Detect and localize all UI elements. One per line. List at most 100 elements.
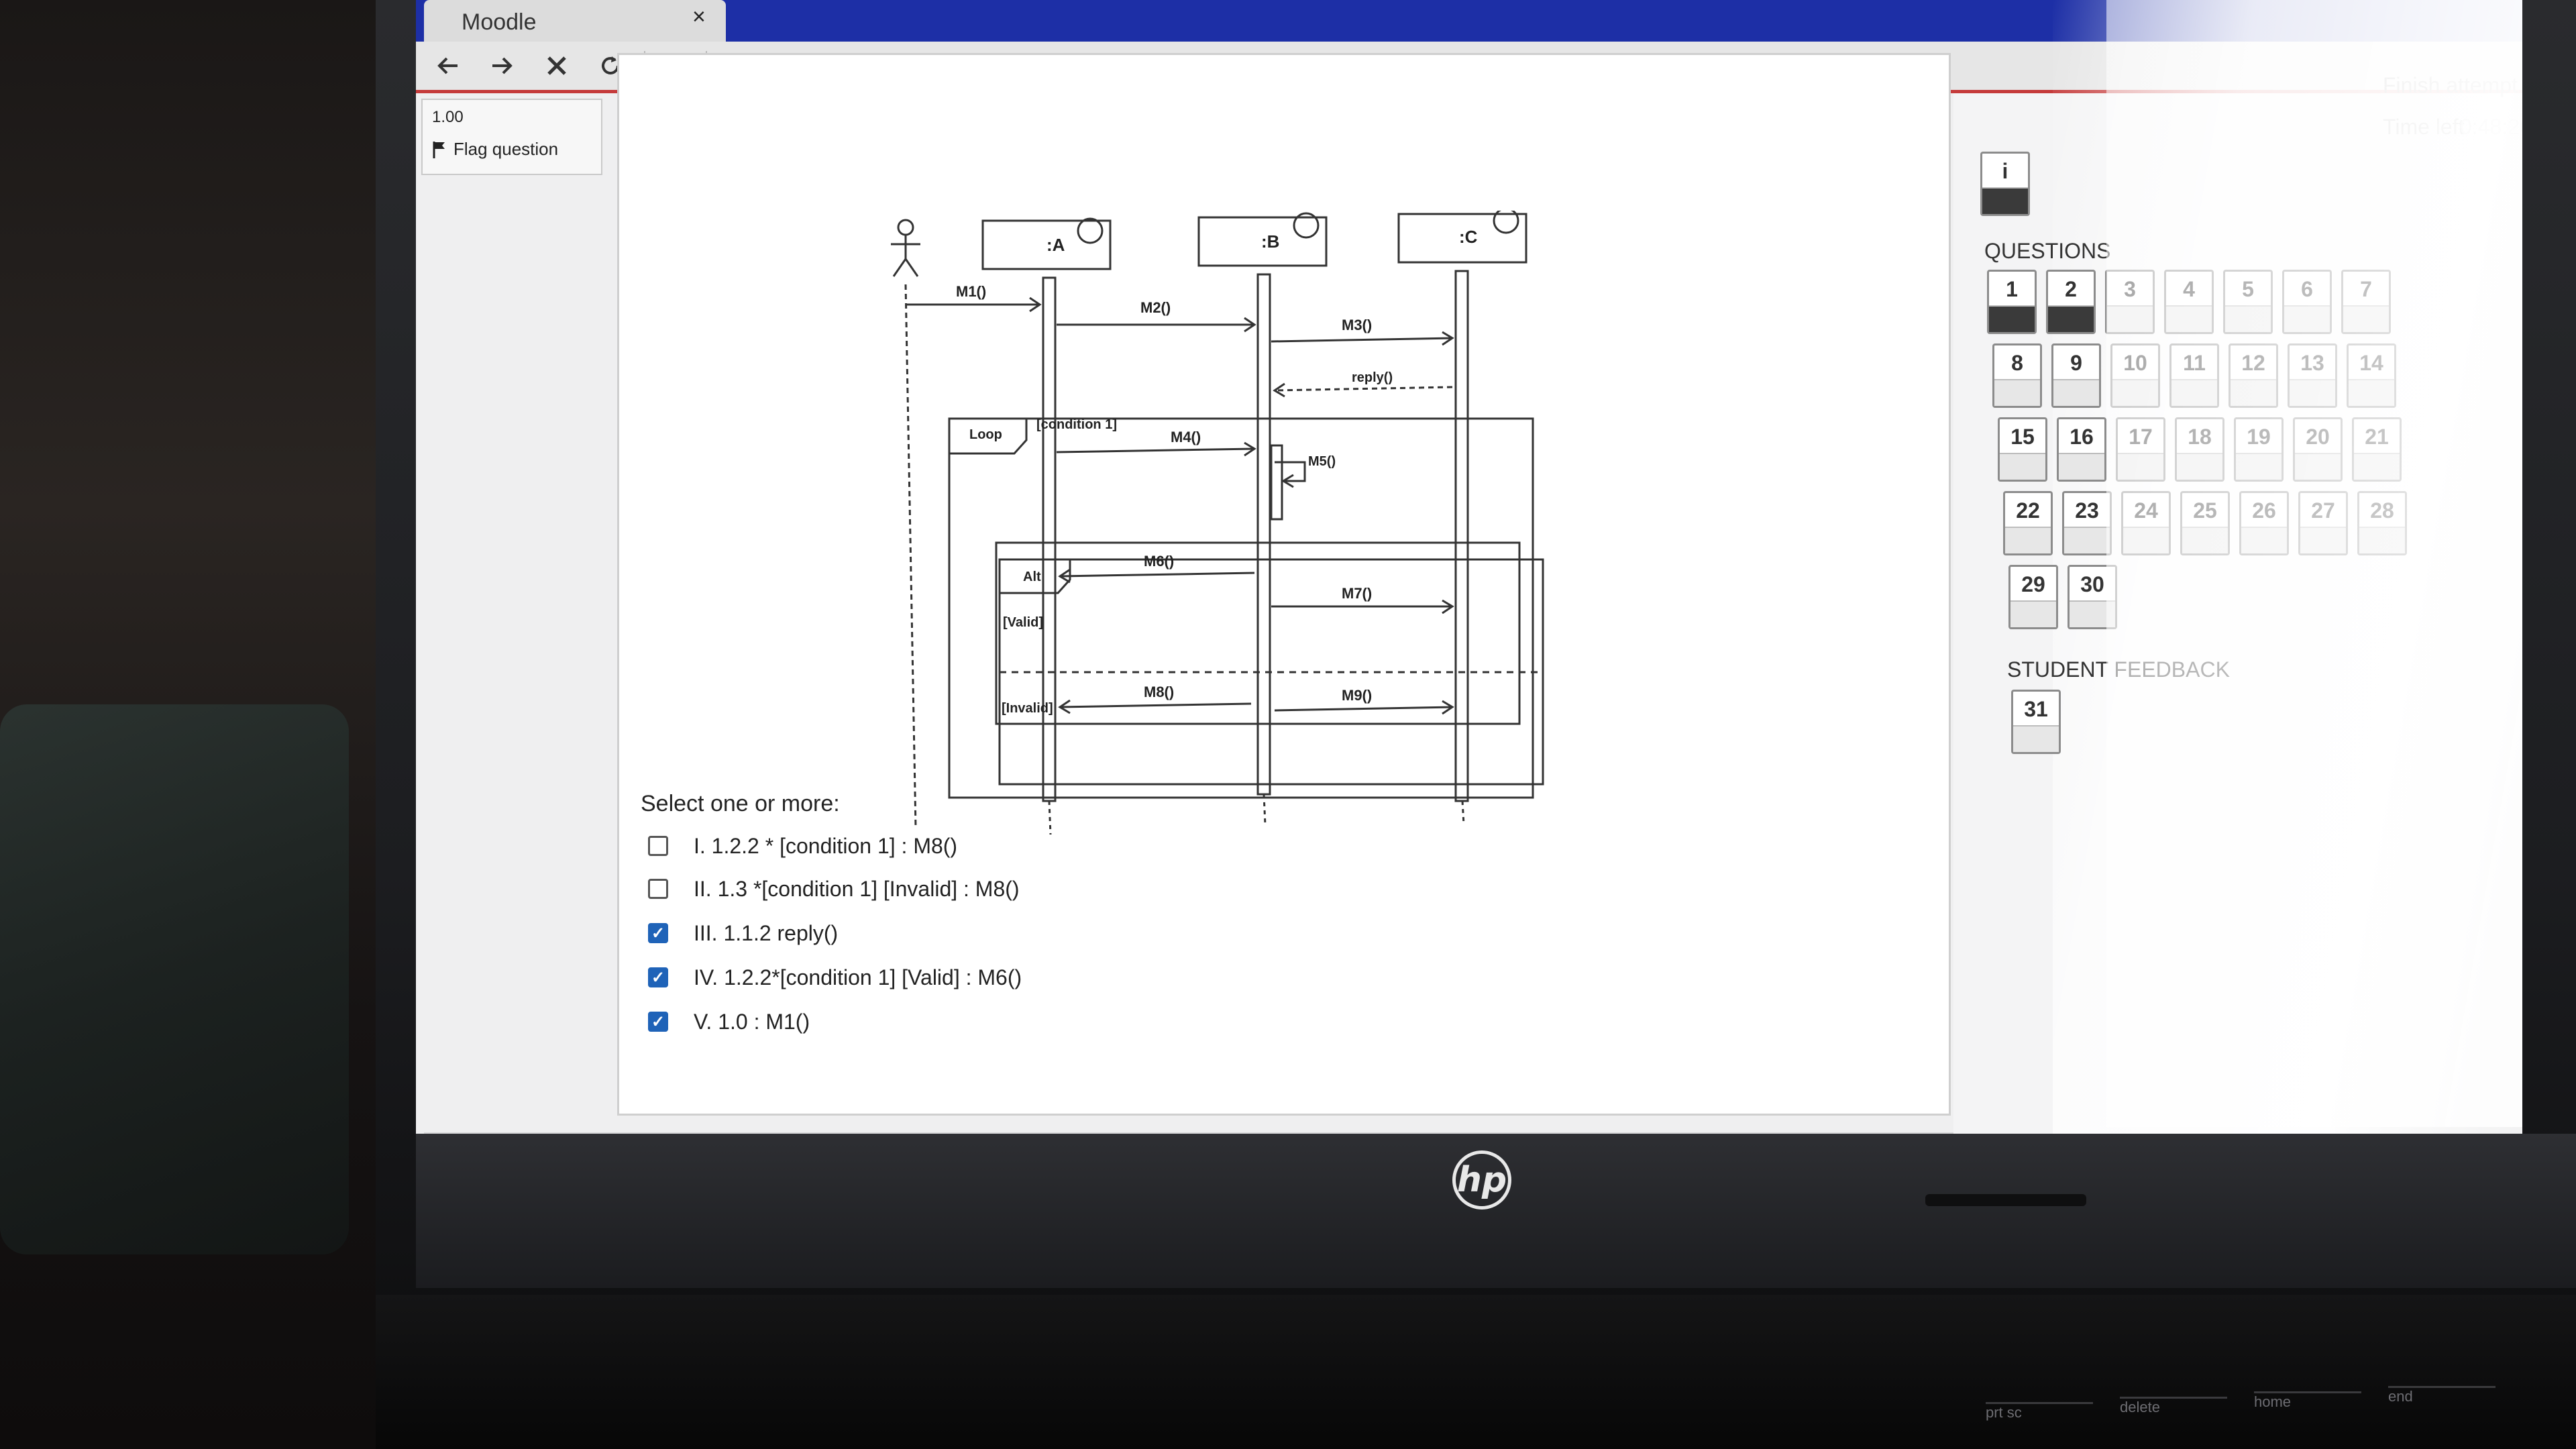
question-status-bar [1982,187,2028,214]
question-number: 10 [2123,351,2147,375]
question-button-24[interactable]: 24 [2121,491,2171,555]
question-button-21[interactable]: 21 [2352,417,2402,482]
question-status-bar [2118,453,2163,480]
question-status-bar [2107,305,2153,332]
question-number: 20 [2306,425,2330,449]
question-status-bar [2013,725,2059,752]
question-button-8[interactable]: 8 [1992,343,2042,408]
question-number: 2 [2065,277,2077,301]
questions-heading: QUESTIONS [1984,239,2111,263]
question-button-22[interactable]: 22 [2003,491,2053,555]
question-status-bar [2231,379,2276,406]
answer-checkbox[interactable]: ✓ [648,923,668,943]
question-number: 28 [2370,498,2394,523]
question-number: i [2002,159,2008,183]
question-number: 19 [2247,425,2271,449]
question-number: 25 [2193,498,2217,523]
question-button-3[interactable]: 3 [2105,270,2155,334]
question-button-9[interactable]: 9 [2051,343,2101,408]
answer-checkbox[interactable]: ✓ [648,1012,668,1032]
question-status-bar [2349,379,2394,406]
question-status-bar [2236,453,2282,480]
question-button-30[interactable]: 30 [2068,565,2117,629]
question-button-11[interactable]: 11 [2169,343,2219,408]
answer-label: III. 1.1.2 reply() [694,920,839,945]
answer-option[interactable]: I. 1.2.2 * [condition 1] : M8() [648,833,957,859]
question-number: 8 [2011,351,2023,375]
question-button-17[interactable]: 17 [2116,417,2165,482]
question-button-10[interactable]: 10 [2110,343,2160,408]
question-status-bar [2123,527,2169,553]
key-home[interactable]: home [2254,1391,2361,1416]
question-button-13[interactable]: 13 [2288,343,2337,408]
question-button-28[interactable]: 28 [2357,491,2407,555]
browser-tab[interactable]: Moodle × [424,0,726,42]
question-button-19[interactable]: 19 [2234,417,2284,482]
question-number: 7 [2360,277,2372,301]
question-button-4[interactable]: 4 [2164,270,2214,334]
question-button-2[interactable]: 2 [2046,270,2096,334]
question-button-23[interactable]: 23 [2062,491,2112,555]
back-arrow-icon[interactable] [429,48,467,83]
question-button-7[interactable]: 7 [2341,270,2391,334]
question-button-29[interactable]: 29 [2008,565,2058,629]
answer-checkbox[interactable] [648,879,668,899]
alt-frame-label: Alt [1023,570,1041,584]
answer-checkbox[interactable]: ✓ [648,967,668,987]
question-button-26[interactable]: 26 [2239,491,2289,555]
question-number: 17 [2129,425,2153,449]
question-number: 26 [2252,498,2276,523]
message-reply-label: reply() [1352,370,1393,385]
question-number: 12 [2241,351,2265,375]
tab-title: Moodle [462,9,537,35]
question-status-bar [2166,305,2212,332]
question-button-6[interactable]: 6 [2282,270,2332,334]
question-status-bar [2295,453,2341,480]
question-button-20[interactable]: 20 [2293,417,2343,482]
window-titlebar: Moodle × [416,0,2522,42]
flag-question-label: Flag question [453,139,559,159]
feedback-button-31[interactable]: 31 [2011,690,2061,754]
question-button-1[interactable]: 1 [1987,270,2037,334]
key-delete[interactable]: delete [2120,1397,2227,1421]
question-button-12[interactable]: 12 [2229,343,2278,408]
loop-frame-label: Loop [969,427,1002,442]
question-button-25[interactable]: 25 [2180,491,2230,555]
message-m6-label: M6() [1144,553,1174,570]
question-status-bar [2182,527,2228,553]
answer-option[interactable]: ✓ III. 1.1.2 reply() [648,920,838,947]
question-button-18[interactable]: 18 [2175,417,2224,482]
stop-icon[interactable] [538,48,576,83]
question-status-bar [2064,527,2110,553]
finish-attempt-link[interactable]: Finish attempt [2383,73,2518,98]
flag-question-link[interactable]: Flag question [432,139,558,160]
question-button-14[interactable]: 14 [2347,343,2396,408]
quiz-info-button[interactable]: i [1980,152,2030,216]
message-m9-label: M9() [1342,687,1372,704]
question-button-27[interactable]: 27 [2298,491,2348,555]
hp-logo: hp [1452,1150,1511,1210]
key-prtsc[interactable]: prt sc [1986,1402,2093,1427]
message-m8-label: M8() [1144,684,1174,700]
tab-close-icon[interactable]: × [692,4,706,30]
message-m2-label: M2() [1140,299,1171,316]
answer-checkbox[interactable] [648,836,668,856]
key-end[interactable]: end [2388,1386,2496,1411]
answer-option[interactable]: ✓ IV. 1.2.2*[condition 1] [Valid] : M6() [648,964,1022,991]
answer-option[interactable]: ✓ V. 1.0 : M1() [648,1008,810,1035]
question-number: 30 [2080,572,2104,596]
forward-arrow-icon[interactable] [483,48,521,83]
answer-option[interactable]: II. 1.3 *[condition 1] [Invalid] : M8() [648,875,1020,902]
question-button-16[interactable]: 16 [2057,417,2106,482]
lifeline-a-label: :A [1046,235,1065,255]
question-status-bar [2354,453,2400,480]
question-number: 31 [2024,697,2048,721]
student-feedback-heading: STUDENT FEEDBACK [2007,657,2230,682]
question-number: 21 [2365,425,2389,449]
question-button-5[interactable]: 5 [2223,270,2273,334]
message-m1-label: M1() [956,283,986,300]
actor-icon [891,219,920,277]
question-status-bar [2359,527,2405,553]
question-status-bar [2048,305,2094,332]
question-button-15[interactable]: 15 [1998,417,2047,482]
